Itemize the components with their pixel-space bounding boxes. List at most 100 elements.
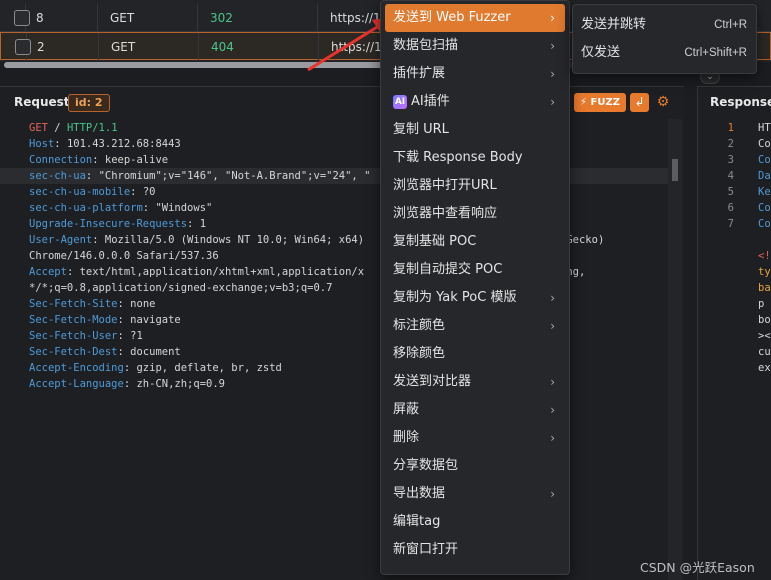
- code-sep: :: [117, 298, 131, 310]
- code-line: 5 Ke: [698, 184, 771, 200]
- row-method: GET: [99, 33, 199, 61]
- enter-icon[interactable]: ↲: [630, 93, 649, 112]
- menu-item-label: 下载 Response Body: [393, 150, 523, 165]
- menu-item-3[interactable]: AI AI插件 ›: [385, 88, 565, 116]
- watermark: CSDN @光跃Eason: [640, 560, 755, 575]
- code-text: ><: [758, 330, 771, 342]
- header-key: Host: [29, 138, 55, 150]
- code-sep: :: [92, 154, 105, 166]
- lightning-icon: ⚡: [580, 97, 588, 108]
- menu-item-14[interactable]: 屏蔽 ›: [385, 396, 565, 424]
- menu-item-18[interactable]: 编辑tag: [385, 508, 565, 536]
- id-badge: id: 2: [68, 94, 110, 112]
- menu-item-12[interactable]: 移除颜色: [385, 340, 565, 368]
- header-key: Connection: [29, 154, 93, 166]
- code-sep: :: [117, 330, 131, 342]
- header-key: sec-ch-ua-mobile: [29, 186, 131, 198]
- code-line: <!: [698, 248, 771, 264]
- code-sep: :: [123, 378, 137, 390]
- code-text: ba: [758, 282, 771, 294]
- shortcut-label: Ctrl+Shift+R: [684, 47, 747, 59]
- code-line: 6 Co: [698, 200, 771, 216]
- row-id: 2: [27, 33, 99, 61]
- line-number: 4: [727, 170, 734, 182]
- header-key: Upgrade-Insecure-Requests: [29, 218, 188, 230]
- menu-item-5[interactable]: 下载 Response Body: [385, 144, 565, 172]
- chevron-right-icon: ›: [550, 39, 555, 53]
- row-checkbox-cell[interactable]: [1, 33, 31, 61]
- menu-item-label: 仅发送: [581, 45, 621, 60]
- ai-icon: AI: [393, 95, 407, 109]
- gear-icon[interactable]: ⚙: [654, 93, 672, 112]
- header-key: Accept: [29, 266, 67, 278]
- chevron-right-icon: ›: [550, 11, 555, 25]
- menu-item-0[interactable]: 发送到 Web Fuzzer ›: [385, 4, 565, 32]
- code-sep: :: [130, 186, 143, 198]
- menu-item-label: 复制为 Yak PoC 模版: [393, 290, 517, 305]
- code-line: p: [698, 296, 771, 312]
- menu-item-4[interactable]: 复制 URL: [385, 116, 565, 144]
- code-sep: /: [47, 122, 67, 134]
- line-number: 6: [727, 202, 734, 214]
- code-text: Co: [758, 218, 771, 230]
- menu-item-label: 标注颜色: [393, 318, 446, 333]
- row-checkbox-cell[interactable]: [0, 4, 30, 32]
- menu-item-label: 复制自动提交 POC: [393, 262, 503, 277]
- code-sep: :: [92, 234, 105, 246]
- header-value: 1: [199, 218, 207, 230]
- header-key: User-Agent: [29, 234, 93, 246]
- code-text: cu: [758, 346, 771, 358]
- code-sep: :: [85, 170, 99, 182]
- header-value: gzip, deflate, br, zstd: [136, 362, 282, 374]
- header-value: document: [130, 346, 181, 358]
- menu-item-send-and-jump[interactable]: 发送并跳转 Ctrl+R: [581, 11, 749, 39]
- request-title: Request: [14, 95, 70, 109]
- code-text: p: [758, 298, 765, 310]
- code-line: ty: [698, 264, 771, 280]
- chevron-right-icon: ›: [550, 291, 555, 305]
- shortcut-label: Ctrl+R: [714, 19, 747, 31]
- chevron-right-icon: ›: [550, 67, 555, 81]
- menu-item-send-only[interactable]: 仅发送 Ctrl+Shift+R: [581, 39, 749, 67]
- menu-item-label: 数据包扫描: [393, 38, 459, 53]
- request-panel: Request id: 2 ⚡ FUZZ ↲ ⚙ GET / HTTP/1.1 H…: [0, 86, 684, 580]
- header-key: Sec-Fetch-Site: [29, 298, 118, 310]
- request-header: Request id: 2 ⚡ FUZZ ↲ ⚙: [0, 87, 684, 119]
- line-number: 2: [727, 138, 734, 150]
- menu-item-17[interactable]: 导出数据 ›: [385, 480, 565, 508]
- code-sep: :: [117, 346, 131, 358]
- code-sep: :: [142, 202, 156, 214]
- code-line: ex: [698, 360, 771, 376]
- menu-item-1[interactable]: 数据包扫描 ›: [385, 32, 565, 60]
- header-value: */*;q=0.8,application/signed-exchange;v=…: [29, 282, 333, 294]
- menu-item-8[interactable]: 复制基础 POC: [385, 228, 565, 256]
- menu-item-10[interactable]: 复制为 Yak PoC 模版 ›: [385, 284, 565, 312]
- menu-item-16[interactable]: 分享数据包: [385, 452, 565, 480]
- code-line: 2 Co: [698, 136, 771, 152]
- menu-item-label: 发送并跳转: [581, 17, 647, 32]
- row-id: 8: [26, 4, 98, 32]
- menu-item-label: 浏览器中查看响应: [393, 206, 498, 221]
- menu-item-6[interactable]: 浏览器中打开URL: [385, 172, 565, 200]
- code-text: ex: [758, 362, 771, 374]
- menu-item-label: 发送到 Web Fuzzer: [393, 10, 511, 25]
- menu-item-13[interactable]: 发送到对比器 ›: [385, 368, 565, 396]
- code-sep: :: [54, 138, 67, 150]
- code-sep: :: [187, 218, 200, 230]
- response-editor[interactable]: 1 HT 2 Co 3 Co 4 Da 5 Ke 6 Co 7 Co <! ty ba p bo >< cu ex: [698, 120, 771, 376]
- code-line: bo: [698, 312, 771, 328]
- menu-item-11[interactable]: 标注颜色 ›: [385, 312, 565, 340]
- code-line: 7 Co: [698, 216, 771, 232]
- vertical-scrollbar[interactable]: [668, 119, 682, 580]
- fuzz-button[interactable]: ⚡ FUZZ: [574, 93, 626, 112]
- header-value: Chrome/146.0.0.0 Safari/537.36: [29, 250, 219, 262]
- menu-item-2[interactable]: 插件扩展 ›: [385, 60, 565, 88]
- menu-item-7[interactable]: 浏览器中查看响应: [385, 200, 565, 228]
- code-text: Da: [758, 170, 771, 182]
- menu-item-label: 编辑tag: [393, 514, 441, 529]
- menu-item-9[interactable]: 复制自动提交 POC: [385, 256, 565, 284]
- menu-item-19[interactable]: 新窗口打开: [385, 536, 565, 564]
- menu-item-15[interactable]: 删除 ›: [385, 424, 565, 452]
- header-value: 101.43.212.68:8443: [66, 138, 181, 150]
- code-line: cu: [698, 344, 771, 360]
